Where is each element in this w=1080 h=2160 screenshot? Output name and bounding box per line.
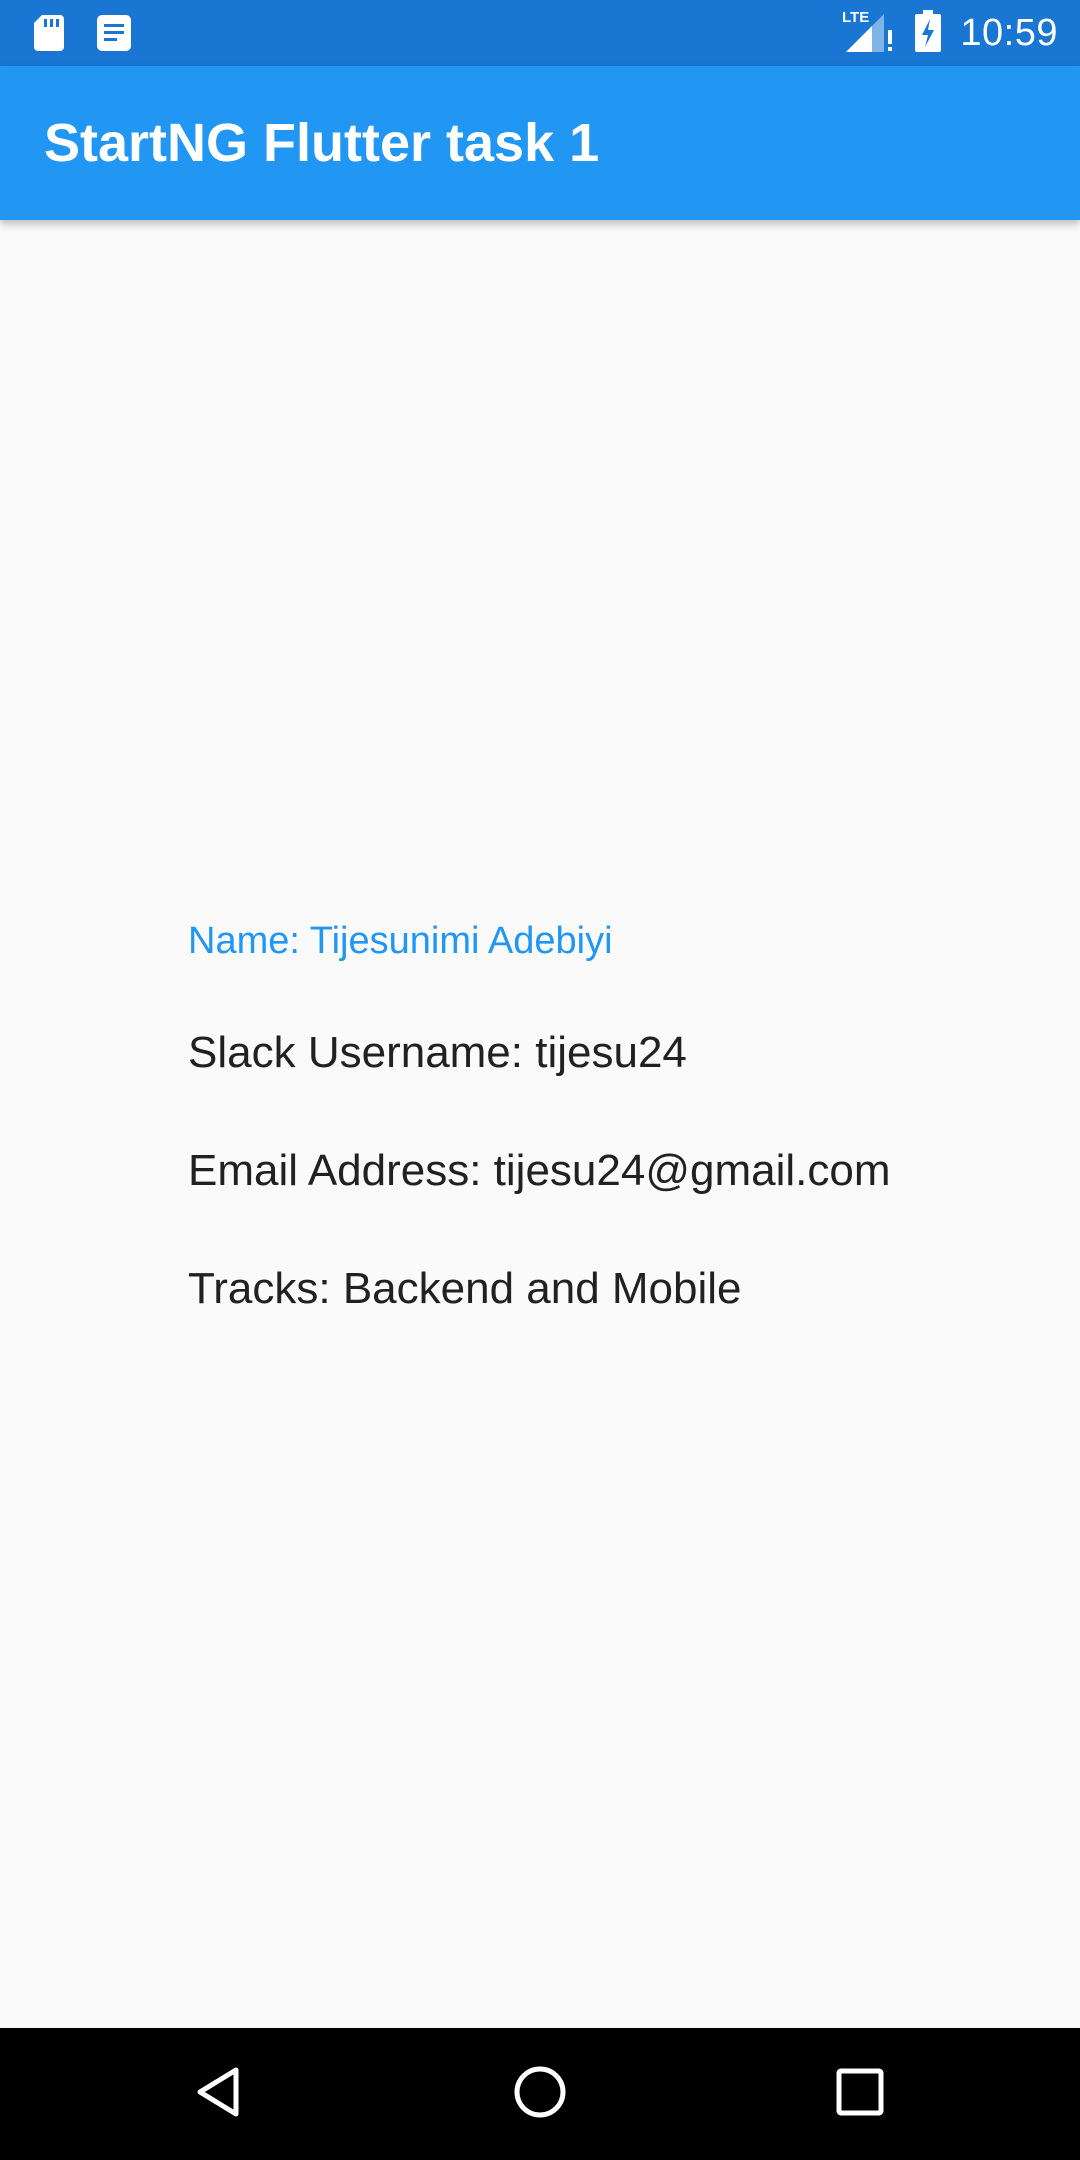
tracks-text: Tracks: Backend and Mobile (188, 1264, 742, 1313)
email-address-text: Email Address: tijesu24@gmail.com (188, 1146, 891, 1195)
slack-username-text: Slack Username: tijesu24 (188, 1028, 687, 1077)
battery-charging-icon (914, 9, 942, 58)
navigation-bar (0, 2028, 1080, 2160)
home-icon (510, 2062, 570, 2127)
lte-signal-icon: LTE (840, 8, 896, 59)
notes-notification-icon (96, 13, 132, 58)
status-left-icons (32, 13, 132, 58)
app-title: StartNG Flutter task 1 (44, 113, 600, 173)
recents-icon (830, 2062, 890, 2127)
home-button[interactable] (500, 2054, 580, 2134)
app-bar: StartNG Flutter task 1 (0, 66, 1080, 220)
sd-card-icon (32, 13, 66, 58)
profile-content: Name: Tijesunimi Adebiyi Slack Username:… (0, 220, 1080, 2028)
svg-text:LTE: LTE (842, 9, 869, 26)
status-bar: LTE 10:59 (0, 0, 1080, 66)
status-right-icons: LTE 10:59 (840, 0, 1058, 66)
status-clock: 10:59 (960, 11, 1058, 54)
back-icon (190, 2062, 250, 2127)
back-button[interactable] (180, 2054, 260, 2134)
recents-button[interactable] (820, 2054, 900, 2134)
name-text: Name: Tijesunimi Adebiyi (188, 920, 613, 962)
